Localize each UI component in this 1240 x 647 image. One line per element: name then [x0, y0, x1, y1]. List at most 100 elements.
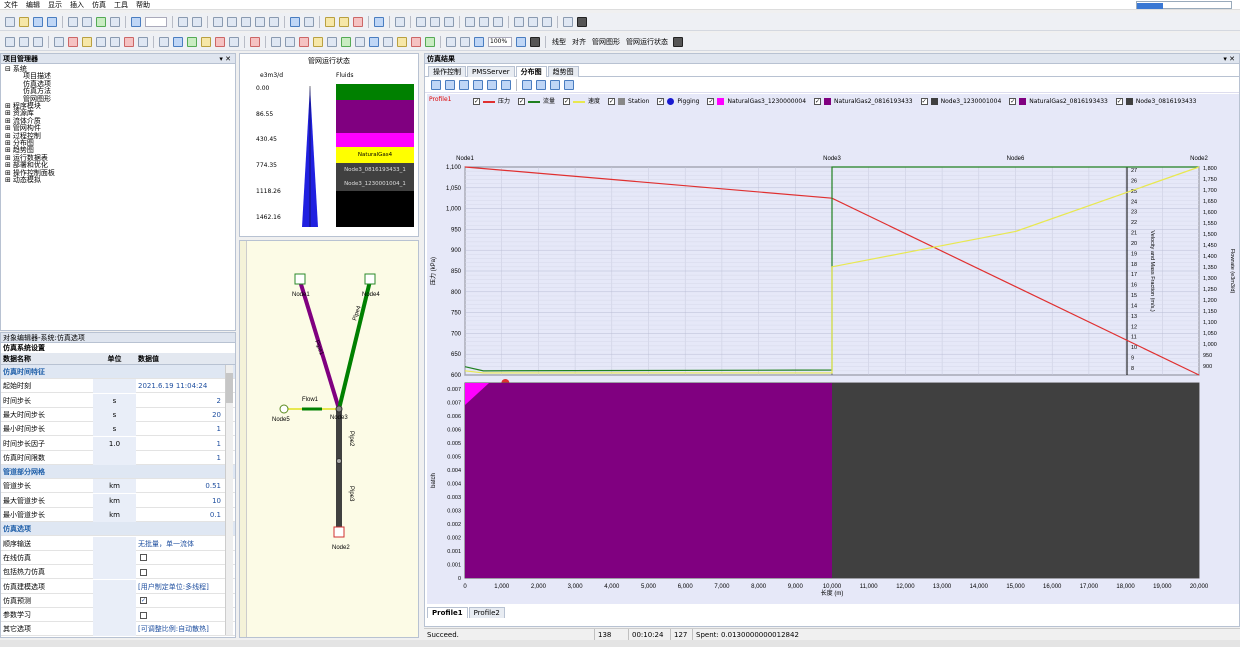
handle-icon[interactable] [577, 16, 587, 27]
row-value[interactable]: 0.51 [136, 479, 223, 493]
box3-icon[interactable] [542, 16, 552, 27]
cut-icon[interactable] [213, 16, 223, 27]
junction-icon[interactable] [327, 36, 337, 47]
checkbox[interactable] [140, 554, 147, 562]
lamp-icon[interactable] [339, 16, 349, 27]
grid-row[interactable]: 时间步长因子 1.0 1 [1, 436, 235, 451]
refresh-icon[interactable] [445, 79, 455, 90]
row-value[interactable] [136, 551, 223, 565]
grid-row[interactable]: 起始时刻 2021.6.19 11:04:24 [1, 379, 235, 394]
row-value[interactable]: 10 [136, 494, 223, 508]
row-value[interactable]: 0.1 [136, 508, 223, 522]
tab-pmsserver[interactable]: PMSServer [467, 66, 515, 77]
run-icon[interactable] [290, 16, 300, 27]
grid-icon[interactable] [416, 16, 426, 27]
valve-icon[interactable] [68, 36, 78, 47]
link2-icon[interactable] [138, 36, 148, 47]
row-value[interactable]: [可调整比例:自动散热] [136, 622, 223, 636]
balance-icon[interactable] [229, 36, 239, 47]
checkbox[interactable] [140, 568, 147, 576]
tab-trend[interactable]: 趋势图 [547, 66, 579, 77]
node1-marker[interactable] [294, 273, 306, 285]
grid-row[interactable]: 包括热力仿真 [1, 565, 235, 580]
handle2-icon[interactable] [530, 36, 540, 47]
columns-icon[interactable] [479, 16, 489, 27]
row-value[interactable]: [用户制定单位:多线程] [136, 580, 223, 594]
window-selector[interactable] [1136, 1, 1232, 9]
menu-tools[interactable]: 工具 [110, 0, 132, 10]
network-graphics-menu[interactable]: 管网图形 [592, 37, 620, 47]
zoom-out-icon[interactable] [460, 36, 470, 47]
checkbox[interactable] [140, 611, 147, 619]
chart-icon[interactable] [493, 16, 503, 27]
line-icon[interactable] [313, 36, 323, 47]
redo-icon[interactable] [192, 16, 202, 27]
row-value[interactable]: 无批量，单一流体 [136, 537, 223, 551]
paste-icon[interactable] [241, 16, 251, 27]
grid-row[interactable]: 在线仿真 [1, 550, 235, 565]
new-icon[interactable] [5, 16, 15, 27]
node4-marker[interactable] [364, 273, 376, 285]
tab-profile1[interactable]: Profile1 [427, 607, 468, 618]
save-chart-icon[interactable] [564, 79, 574, 90]
meter-icon[interactable] [341, 36, 351, 47]
row-value[interactable]: 2021.6.19 11:04:24 [136, 379, 223, 393]
node2-marker[interactable] [333, 526, 345, 538]
fill-icon[interactable] [411, 36, 421, 47]
align-icon[interactable] [430, 16, 440, 27]
box2-icon[interactable] [528, 16, 538, 27]
tree-item[interactable]: ⊞ 程序模块 [3, 102, 233, 110]
tree-expander-icon[interactable]: ⊞ [5, 176, 11, 184]
regulator-icon[interactable] [110, 36, 120, 47]
pipe-icon[interactable] [96, 36, 106, 47]
grid-row[interactable]: 最大管道步长 km 10 [1, 493, 235, 508]
grid-category[interactable]: 仿真时间特征 [1, 365, 235, 379]
window-icon[interactable] [131, 16, 141, 27]
network-status-menu[interactable]: 管网运行状态 [626, 37, 668, 47]
grid-scrollbar[interactable] [225, 365, 233, 635]
text-icon[interactable] [285, 36, 295, 47]
heater-icon[interactable] [124, 36, 134, 47]
row-value[interactable]: 2 [136, 394, 223, 408]
layout1-icon[interactable] [5, 36, 15, 47]
color-icon[interactable] [397, 36, 407, 47]
preview-icon[interactable] [82, 16, 92, 27]
copy-chart-icon[interactable] [487, 79, 497, 90]
flip-icon[interactable] [374, 16, 384, 27]
menu-help[interactable]: 帮助 [132, 0, 154, 10]
node5-marker[interactable] [279, 404, 289, 414]
batch-icon[interactable] [201, 36, 211, 47]
tab-profile[interactable]: 分布图 [515, 66, 547, 77]
tree-item[interactable]: ⊞ 动态模拟 [3, 176, 233, 184]
import-icon[interactable] [110, 16, 120, 27]
fit-icon[interactable] [516, 36, 526, 47]
row-value[interactable] [136, 608, 223, 622]
menu-view[interactable]: 显示 [44, 0, 66, 10]
print-chart-icon[interactable] [536, 79, 546, 90]
grid-row[interactable]: 最大时间步长 s 20 [1, 407, 235, 422]
menu-edit[interactable]: 编辑 [22, 0, 44, 10]
node-mid-marker[interactable] [336, 458, 342, 464]
table2-icon[interactable] [159, 36, 169, 47]
compressor-icon[interactable] [82, 36, 92, 47]
handle3-icon[interactable] [673, 36, 683, 47]
save-icon[interactable] [33, 16, 43, 27]
export-icon[interactable] [96, 16, 106, 27]
target-icon[interactable] [353, 16, 363, 27]
row-value[interactable] [136, 565, 223, 579]
settings-icon[interactable] [563, 16, 573, 27]
export-chart-icon[interactable] [501, 79, 511, 90]
save-as-icon[interactable] [47, 16, 57, 27]
select-icon[interactable] [431, 79, 441, 90]
row-value[interactable]: 1 [136, 451, 223, 465]
grid-category[interactable]: 管道部分网格 [1, 465, 235, 480]
row-value[interactable]: 20 [136, 408, 223, 422]
grid-row[interactable]: 时间步长 s 2 [1, 393, 235, 408]
grid-row[interactable]: 管道步长 km 0.51 [1, 479, 235, 494]
print-icon[interactable] [68, 16, 78, 27]
grid-row[interactable]: 顺序输送 无批量，单一流体 [1, 536, 235, 551]
distribute-icon[interactable] [444, 16, 454, 27]
box-icon[interactable] [514, 16, 524, 27]
grid-row[interactable]: 参数学习 [1, 608, 235, 623]
panel-pin-icon[interactable]: ▾ ✕ [219, 54, 231, 64]
